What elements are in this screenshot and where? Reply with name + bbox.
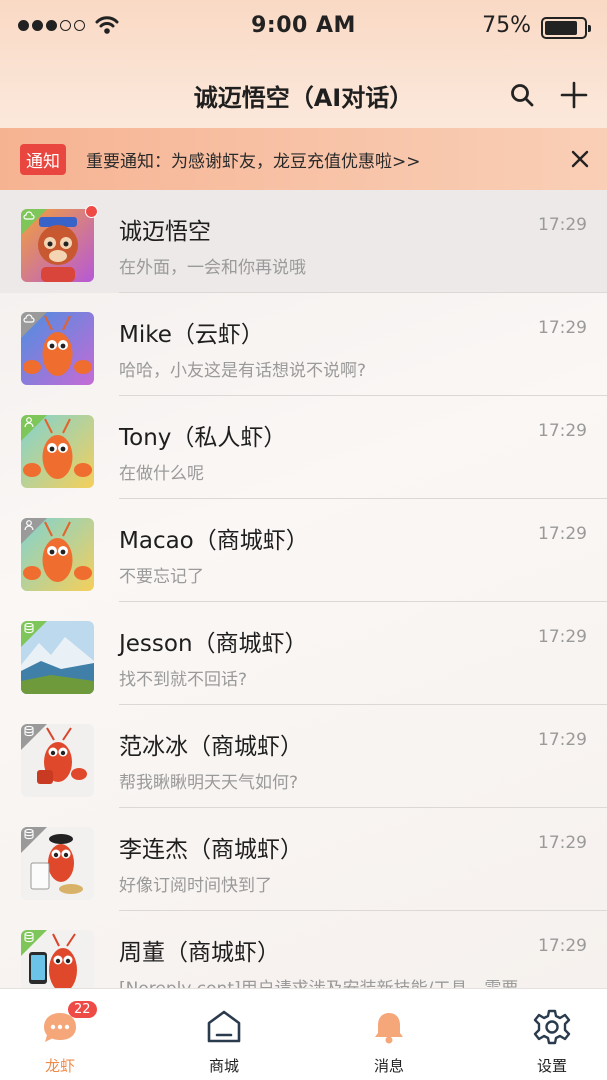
unread-dot [85, 205, 98, 218]
tab-bar: 22 龙虾 商城 消息 设置 [0, 988, 607, 1080]
tab-label: 商城 [208, 1057, 239, 1075]
chat-preview: 不要忘记了 [119, 567, 204, 587]
battery-percent: 75% [482, 13, 531, 38]
chat-preview: 哈哈，小友这是有话想说不说啊? [119, 361, 367, 381]
chat-time: 17:29 [538, 215, 587, 235]
nav-bar: 诚迈悟空（AI对话） [0, 68, 607, 124]
search-icon[interactable] [509, 82, 535, 108]
person-icon [24, 520, 34, 531]
database-icon [24, 622, 34, 634]
notice-text[interactable]: 重要通知：为感谢虾友，龙豆充值优惠啦>> [86, 147, 421, 172]
chat-time: 17:29 [538, 730, 587, 750]
chat-name: Jesson（商城虾） [119, 631, 308, 657]
chat-row[interactable]: 范冰冰（商城虾） 帮我瞅瞅明天天气如何? 17:29 [0, 705, 607, 808]
chat-time: 17:29 [538, 936, 587, 956]
chat-time: 17:29 [538, 524, 587, 544]
chat-time: 17:29 [538, 627, 587, 647]
chat-name: Tony（私人虾） [119, 425, 287, 451]
avatar-lobster-blue[interactable] [21, 312, 94, 385]
cloud-icon [23, 211, 35, 220]
close-icon[interactable] [569, 148, 591, 170]
database-icon [24, 931, 34, 943]
chat-time: 17:29 [538, 833, 587, 853]
notice-tag: 通知 [20, 143, 66, 175]
add-icon[interactable] [559, 80, 589, 110]
bell-icon [375, 1013, 403, 1044]
avatar-lobster-white[interactable] [21, 724, 94, 797]
chat-time: 17:29 [538, 318, 587, 338]
chat-list[interactable]: 诚迈悟空 在外面，一会和你再说哦 17:29 Mike（云虾） 哈哈，小友这是有… [0, 190, 607, 988]
person-icon [24, 417, 34, 428]
chat-preview: 好像订阅时间快到了 [119, 876, 272, 896]
chat-preview: [Noreply cont]用户请求涉及安装新技能/工具，需要 [119, 974, 579, 988]
status-bar: 9:00 AM 75% [0, 0, 607, 56]
store-icon [207, 1010, 241, 1043]
chat-row[interactable]: 李连杰（商城虾） 好像订阅时间快到了 17:29 [0, 808, 607, 911]
chat-row[interactable]: Jesson（商城虾） 找不到就不回话? 17:29 [0, 602, 607, 705]
cloud-icon [23, 314, 35, 323]
tab-store[interactable]: 商城 [164, 989, 284, 1080]
chat-preview: 在外面，一会和你再说哦 [119, 258, 306, 278]
chat-row[interactable]: Macao（商城虾） 不要忘记了 17:29 [0, 499, 607, 602]
chat-preview: 找不到就不回话? [119, 670, 248, 690]
unread-badge: 22 [68, 1001, 97, 1018]
chat-row[interactable]: Tony（私人虾） 在做什么呢 17:29 [0, 396, 607, 499]
chat-name: 周董（商城虾） [119, 940, 280, 966]
database-icon [24, 828, 34, 840]
tab-lobster[interactable]: 22 龙虾 [0, 989, 120, 1080]
battery-icon [541, 17, 591, 39]
database-icon [24, 725, 34, 737]
tab-settings[interactable]: 设置 [492, 989, 607, 1080]
chat-preview: 帮我瞅瞅明天天气如何? [119, 773, 299, 793]
chat-row[interactable]: 周董（商城虾） [Noreply cont]用户请求涉及安装新技能/工具，需要 … [0, 911, 607, 988]
avatar-lobster-painter[interactable] [21, 827, 94, 900]
chat-name: Macao（商城虾） [119, 528, 309, 554]
chat-row[interactable]: Mike（云虾） 哈哈，小友这是有话想说不说啊? 17:29 [0, 293, 607, 396]
avatar-landscape[interactable] [21, 621, 94, 694]
chat-name: Mike（云虾） [119, 322, 264, 348]
chat-time: 17:29 [538, 421, 587, 441]
tab-label: 消息 [373, 1057, 404, 1075]
avatar-lobster-yellow[interactable] [21, 518, 94, 591]
tab-label: 龙虾 [44, 1057, 75, 1075]
tab-label: 设置 [536, 1057, 567, 1075]
chat-row[interactable]: 诚迈悟空 在外面，一会和你再说哦 17:29 [0, 190, 607, 293]
chat-name: 诚迈悟空 [119, 219, 211, 245]
notice-banner[interactable]: 通知 重要通知：为感谢虾友，龙豆充值优惠啦>> [0, 128, 607, 190]
chat-preview: 在做什么呢 [119, 464, 204, 484]
avatar-lobster-yellow[interactable] [21, 415, 94, 488]
avatar-monkey-king[interactable] [21, 209, 94, 282]
tab-messages[interactable]: 消息 [329, 989, 449, 1080]
chat-name: 范冰冰（商城虾） [119, 734, 303, 760]
avatar-lobster-phone[interactable] [21, 930, 94, 988]
chat-name: 李连杰（商城虾） [119, 837, 303, 863]
gear-icon [533, 1009, 571, 1045]
